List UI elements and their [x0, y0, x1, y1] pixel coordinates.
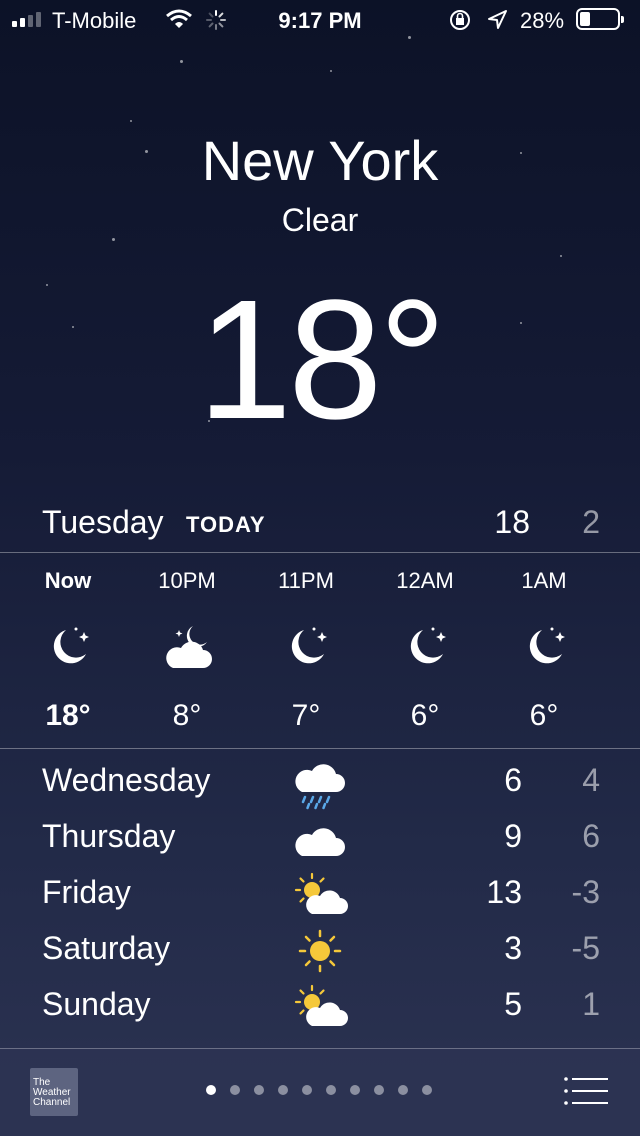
orientation-lock-icon [450, 10, 470, 30]
hourly-temp: 6° [410, 699, 440, 732]
status-bar: T-Mobile 9:17 PM 28% [0, 0, 640, 42]
daily-high: 9 [504, 818, 522, 854]
daily-day: Friday [42, 874, 131, 910]
page-indicator[interactable] [206, 1085, 432, 1095]
hourly-item: Now 18° [8, 568, 128, 733]
daily-low: -3 [571, 874, 600, 910]
page-dot[interactable] [230, 1085, 240, 1095]
daily-day: Wednesday [42, 762, 211, 798]
battery-icon [576, 8, 624, 30]
page-dot[interactable] [206, 1085, 216, 1095]
hourly-item: 12AM 6° [365, 568, 485, 733]
cloud-moon-icon [127, 622, 247, 672]
daily-day: Thursday [42, 818, 176, 854]
page-dot[interactable] [422, 1085, 432, 1095]
current-temperature: 18° [197, 265, 446, 455]
daily-forecast[interactable]: Wednesday 6 4 Thursday 9 6 Friday 13 -3 … [0, 752, 640, 1046]
moon-stars-icon [484, 622, 604, 672]
moon-stars-icon [246, 622, 366, 672]
rain-cloud-icon [290, 760, 350, 810]
page-dot[interactable] [278, 1085, 288, 1095]
partly-sunny-icon [290, 870, 350, 920]
divider [0, 748, 640, 749]
city-list-icon[interactable] [562, 1076, 612, 1106]
hourly-time: 1AM [521, 568, 567, 593]
weather-channel-logo[interactable]: The Weather Channel [30, 1068, 78, 1116]
hourly-forecast[interactable]: Now 18° 10PM 8° 11PM 7° 12AM 6° 1AM 6° [0, 552, 640, 748]
hourly-temp: 18° [45, 699, 91, 732]
today-low: 2 [582, 504, 600, 540]
hourly-temp: 6° [529, 699, 559, 732]
today-high: 18 [494, 504, 530, 540]
daily-low: 4 [582, 762, 600, 798]
hourly-temp: 8° [172, 699, 202, 732]
hourly-item: 1AM 6° [484, 568, 604, 733]
daily-day: Sunday [42, 986, 151, 1022]
hourly-item: 10PM 8° [127, 568, 247, 733]
daily-low: 6 [582, 818, 600, 854]
daily-high: 6 [504, 762, 522, 798]
daily-high: 5 [504, 986, 522, 1022]
daily-day: Saturday [42, 930, 171, 966]
page-dot[interactable] [374, 1085, 384, 1095]
hourly-temp: 7° [291, 699, 321, 732]
daily-low: 1 [582, 986, 600, 1022]
current-condition: Clear [281, 202, 359, 238]
daily-low: -5 [571, 930, 600, 966]
hourly-item: 11PM 7° [246, 568, 366, 733]
daily-high: 3 [504, 930, 522, 966]
hourly-time: 10PM [158, 568, 216, 593]
page-dot[interactable] [398, 1085, 408, 1095]
battery-percent: 28% [520, 8, 565, 33]
today-label: TODAY [186, 512, 266, 537]
cloud-icon [290, 814, 350, 864]
moon-stars-icon [8, 622, 128, 672]
moon-stars-icon [365, 622, 485, 672]
hourly-time: Now [44, 568, 92, 593]
page-dot[interactable] [302, 1085, 312, 1095]
hourly-time: 11PM [278, 568, 334, 593]
sun-icon [290, 926, 350, 976]
daily-high: 13 [486, 874, 522, 910]
hourly-time: 12AM [396, 568, 454, 593]
location-arrow-icon [488, 10, 507, 29]
city-name: New York [201, 129, 439, 192]
page-dot[interactable] [350, 1085, 360, 1095]
page-dot[interactable] [254, 1085, 264, 1095]
page-dot[interactable] [326, 1085, 336, 1095]
partly-sunny-icon [290, 982, 350, 1032]
divider [0, 1048, 640, 1049]
today-day: Tuesday [42, 504, 164, 540]
